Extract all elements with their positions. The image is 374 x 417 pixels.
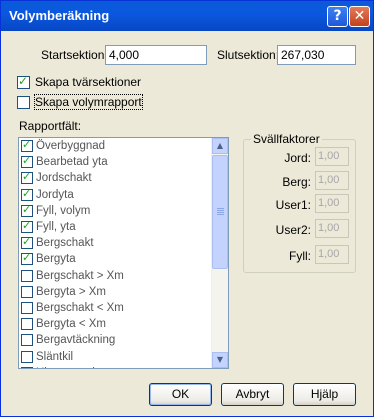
end-section-label: Slutsektion: <box>217 48 280 62</box>
create-volume-report-label: Skapa volymrapport <box>34 94 143 110</box>
create-volume-report-checkbox[interactable] <box>17 96 30 109</box>
scroll-down-button[interactable]: ▼ <box>212 352 228 368</box>
question-icon: ? <box>333 8 342 24</box>
swell-berg-label: Berg: <box>282 175 311 189</box>
swell-berg-input[interactable]: 1,00 <box>315 171 349 190</box>
create-cross-sections-checkbox[interactable] <box>17 74 30 89</box>
list-item-checkbox[interactable] <box>21 318 33 331</box>
list-item[interactable]: Överbyggnad <box>19 138 228 154</box>
help-button[interactable]: Hjälp <box>293 383 356 406</box>
list-item[interactable]: Bergyta > Xm <box>19 284 228 300</box>
list-item-checkbox[interactable] <box>21 350 33 363</box>
report-fields-items: Överbyggnad Bearbetad yta Jordschakt Jordyt… <box>19 138 228 368</box>
swell-fyll-label: Fyll: <box>289 249 311 263</box>
list-item-checkbox[interactable] <box>21 187 33 201</box>
list-item-label: Bergschakt < Xm <box>36 301 124 314</box>
list-item-label: Släntkil <box>36 350 74 363</box>
chevron-up-icon: ▲ <box>216 141 224 150</box>
chevron-down-icon: ▼ <box>216 355 224 364</box>
list-item[interactable]: Bergyta <box>19 251 228 267</box>
scroll-up-button[interactable]: ▲ <box>212 138 228 154</box>
swell-user2-input[interactable]: 1,00 <box>315 219 349 238</box>
list-item-checkbox[interactable] <box>21 285 33 298</box>
list-item[interactable]: Jordschakt <box>19 170 228 186</box>
create-cross-sections-label: Skapa tvärsektioner <box>35 75 142 89</box>
list-item-label: Fyll, yta <box>36 221 76 234</box>
list-item-label: Bergschakt <box>36 237 94 250</box>
close-icon: ✕ <box>353 8 366 24</box>
swell-user2-label: User2: <box>275 223 311 237</box>
list-item-checkbox[interactable] <box>21 269 33 282</box>
title-bar[interactable]: Volymberäkning ? ✕ <box>1 1 373 31</box>
list-item-checkbox[interactable] <box>21 251 33 266</box>
help-title-button[interactable]: ? <box>327 6 348 27</box>
list-item-checkbox[interactable] <box>21 138 33 153</box>
list-item-label: Ultrastenering <box>36 367 108 368</box>
swell-user1-input[interactable]: 1,00 <box>315 194 349 213</box>
report-fields-label: Rapportfält: <box>19 119 82 133</box>
list-item-checkbox[interactable] <box>21 235 33 250</box>
list-item-checkbox[interactable] <box>21 301 33 314</box>
list-item[interactable]: Bearbetad yta <box>19 154 228 170</box>
swell-fyll-input[interactable]: 1,00 <box>315 245 349 264</box>
list-item-checkbox[interactable] <box>21 366 33 368</box>
swell-user1-label: User1: <box>275 198 311 212</box>
start-section-input[interactable]: 4,000 <box>105 45 207 65</box>
list-item-label: Fyll, volym <box>36 204 91 217</box>
list-item-label: Bergyta <box>36 253 76 266</box>
list-item-label: Bergyta < Xm <box>36 318 106 331</box>
list-item-checkbox[interactable] <box>21 154 33 169</box>
list-item-checkbox[interactable] <box>21 170 33 185</box>
list-item-checkbox[interactable] <box>21 219 33 234</box>
window-title: Volymberäkning <box>9 8 110 23</box>
list-item-label: Bearbetad yta <box>36 156 108 169</box>
list-item[interactable]: Bergavtäckning <box>19 332 228 348</box>
scroll-thumb[interactable] <box>212 155 228 269</box>
list-item[interactable]: Bergschakt > Xm <box>19 268 228 284</box>
grip-icon <box>217 208 224 216</box>
list-item-checkbox[interactable] <box>21 334 33 347</box>
list-item[interactable]: Ultrastenering <box>19 365 228 368</box>
list-item-checkbox[interactable] <box>21 203 33 217</box>
list-item[interactable]: Fyll, yta <box>19 219 228 235</box>
list-item[interactable]: Bergschakt <box>19 235 228 251</box>
swell-factors-title: Svällfaktorer <box>251 132 322 146</box>
list-scrollbar[interactable]: ▲ ▼ <box>211 138 228 368</box>
start-section-label: Startsektion: <box>41 48 108 62</box>
swell-jord-input[interactable]: 1,00 <box>315 147 349 166</box>
list-item-label: Bergavtäckning <box>36 334 116 347</box>
end-section-input[interactable]: 267,030 <box>277 45 356 65</box>
cancel-button[interactable]: Avbryt <box>221 383 284 406</box>
report-fields-list[interactable]: Överbyggnad Bearbetad yta Jordschakt Jordyt… <box>18 137 229 369</box>
list-item-label: Bergschakt > Xm <box>36 269 124 282</box>
list-item[interactable]: Släntkil <box>19 348 228 364</box>
dialog-window: Volymberäkning ? ✕ Startsektion: 4,000 S… <box>0 0 374 417</box>
list-item[interactable]: Fyll, volym <box>19 203 228 219</box>
list-item[interactable]: Jordyta <box>19 187 228 203</box>
swell-jord-label: Jord: <box>284 151 311 165</box>
ok-button[interactable]: OK <box>149 383 212 406</box>
list-item[interactable]: Bergschakt < Xm <box>19 300 228 316</box>
list-item-label: Jordschakt <box>36 172 92 185</box>
list-item-label: Överbyggnad <box>36 140 106 153</box>
close-button[interactable]: ✕ <box>349 6 370 27</box>
list-item-label: Jordyta <box>36 188 74 201</box>
list-item-label: Bergyta > Xm <box>36 285 106 298</box>
list-item[interactable]: Bergyta < Xm <box>19 316 228 332</box>
